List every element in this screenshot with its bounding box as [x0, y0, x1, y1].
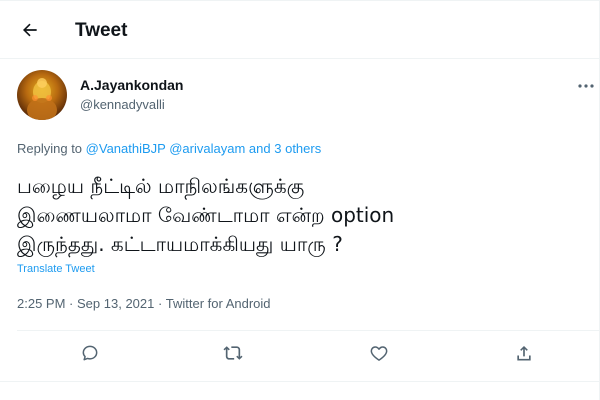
mention-others[interactable]: 3 others: [274, 141, 321, 156]
retweet-button[interactable]: [220, 342, 246, 368]
tweet-line: இருந்தது. கட்டாயமாக்கியது யாரு ?: [17, 232, 343, 256]
arrow-left-icon: [20, 20, 40, 45]
top-border: [0, 0, 600, 1]
avatar[interactable]: [17, 70, 67, 120]
meta-separator: ·: [69, 296, 74, 311]
page-title: Tweet: [75, 20, 128, 41]
replying-to-line: Replying to @VanathiBJP @arivalayam and …: [17, 141, 321, 156]
actions-divider: [0, 381, 600, 382]
tweet-line: இணையலாமா வேண்டாமா என்ற option: [17, 203, 395, 227]
tweet-source[interactable]: Twitter for Android: [166, 296, 271, 311]
more-icon: [578, 75, 594, 93]
meta-divider: [17, 330, 600, 331]
reply-button[interactable]: [77, 342, 103, 368]
reply-icon: [80, 343, 100, 368]
author-name[interactable]: A.Jayankondan: [80, 77, 183, 93]
meta-separator: ·: [158, 296, 163, 311]
tweet-meta: 2:25 PM · Sep 13, 2021 · Twitter for And…: [17, 296, 271, 311]
share-icon: [514, 343, 534, 368]
like-button[interactable]: [366, 342, 392, 368]
page-header: Tweet: [0, 6, 600, 58]
tweet-text: பழைய நீட்டில் மாநிலங்களுக்கு இணையலாமா வே…: [17, 172, 587, 259]
replying-and: and: [248, 141, 271, 156]
header-divider: [0, 58, 600, 59]
author-handle[interactable]: @kennadyvalli: [80, 97, 165, 112]
avatar-image: [27, 78, 57, 120]
translate-tweet-link[interactable]: Translate Tweet: [17, 263, 95, 275]
replying-prefix: Replying to: [17, 141, 83, 156]
mention-vanathibjp[interactable]: @VanathiBJP: [86, 141, 166, 156]
retweet-icon: [222, 343, 244, 368]
like-icon: [369, 343, 389, 368]
tweet-date[interactable]: Sep 13, 2021: [77, 296, 154, 311]
mention-arivalayam[interactable]: @arivalayam: [169, 141, 245, 156]
more-options-button[interactable]: [574, 76, 598, 92]
back-button[interactable]: [12, 14, 48, 50]
tweet-line: பழைய நீட்டில் மாநிலங்களுக்கு: [17, 174, 305, 198]
tweet-time[interactable]: 2:25 PM: [17, 296, 65, 311]
share-button[interactable]: [511, 342, 537, 368]
